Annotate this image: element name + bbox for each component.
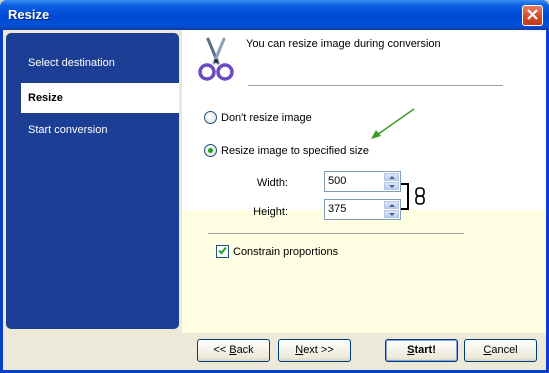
- link-bracket: [401, 183, 409, 210]
- nav-item-start-conversion[interactable]: Start conversion: [6, 115, 179, 145]
- height-increase-button[interactable]: [384, 201, 399, 209]
- next-button-label-suffix: ext >>: [303, 344, 334, 356]
- close-icon: [527, 8, 538, 23]
- back-button-accelerator: B: [229, 344, 237, 356]
- height-label: Height:: [253, 206, 288, 218]
- width-value[interactable]: 500: [328, 175, 346, 187]
- back-button[interactable]: << Back: [197, 339, 270, 362]
- width-increase-button[interactable]: [384, 173, 399, 181]
- width-decrease-button[interactable]: [384, 182, 399, 190]
- back-button-label-suffix: ack: [236, 344, 254, 356]
- cancel-button[interactable]: Cancel: [464, 339, 537, 362]
- header-divider: [248, 85, 503, 86]
- cancel-button-label-suffix: ancel: [491, 344, 518, 356]
- scissors-icon: [196, 37, 236, 83]
- title-bar[interactable]: Resize: [0, 0, 549, 30]
- up-arrow-icon: [388, 203, 395, 207]
- nav-item-resize[interactable]: Resize: [21, 83, 179, 113]
- checkmark-icon: [218, 246, 227, 258]
- header-text: You can resize image during conversion: [246, 38, 441, 50]
- resize-to-size-label: Resize image to specified size: [221, 145, 369, 157]
- dialog-body: Select destination Resize Start conversi…: [3, 30, 546, 370]
- next-button[interactable]: Next >>: [278, 339, 351, 362]
- start-button[interactable]: Start!: [385, 339, 458, 362]
- back-button-label-prefix: <<: [213, 344, 230, 356]
- down-arrow-icon: [388, 184, 395, 188]
- constrain-proportions-label: Constrain proportions: [233, 246, 339, 258]
- down-arrow-icon: [388, 212, 395, 216]
- dont-resize-label: Don't resize image: [221, 112, 312, 124]
- window-title: Resize: [8, 7, 50, 22]
- height-decrease-button[interactable]: [384, 210, 399, 218]
- width-stepper[interactable]: 500: [324, 171, 401, 192]
- close-button[interactable]: [522, 5, 543, 26]
- nav-item-select-destination[interactable]: Select destination: [6, 48, 179, 78]
- constrain-proportions-checkbox[interactable]: [216, 245, 229, 258]
- chain-link-icon[interactable]: [414, 187, 426, 205]
- width-label: Width:: [256, 177, 288, 189]
- resize-to-size-radio[interactable]: [204, 144, 217, 157]
- height-value[interactable]: 375: [328, 203, 346, 215]
- next-button-accelerator: N: [295, 344, 304, 356]
- up-arrow-icon: [388, 175, 395, 179]
- content-area-lower: [182, 210, 546, 333]
- dont-resize-radio[interactable]: [204, 111, 217, 124]
- annotation-arrow: [368, 106, 418, 145]
- wizard-steps-panel: Select destination Resize Start conversi…: [6, 33, 179, 329]
- options-divider: [208, 233, 464, 234]
- resize-dialog: Resize Select destination Resize Start c…: [0, 0, 549, 373]
- start-button-label-suffix: tart!: [414, 344, 436, 356]
- height-stepper[interactable]: 375: [324, 199, 401, 220]
